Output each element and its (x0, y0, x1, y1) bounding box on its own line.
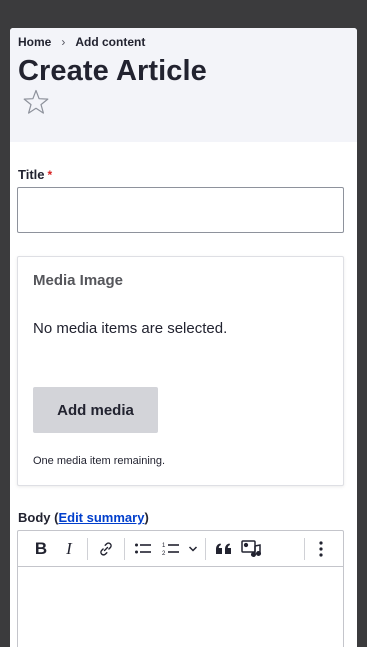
editor-toolbar: B I 1 2 (18, 531, 343, 567)
bulleted-list-icon[interactable] (130, 535, 156, 563)
title-input[interactable] (17, 187, 344, 233)
toolbar-divider (304, 537, 305, 560)
italic-icon[interactable]: I (56, 535, 82, 563)
svg-text:1: 1 (162, 543, 166, 549)
media-image-heading: Media Image (33, 272, 124, 289)
title-label-text: Title (18, 167, 45, 182)
page-frame: Home › Add content Create Article Title *… (10, 28, 357, 647)
body-label-suffix: ) (144, 510, 149, 525)
media-image-card: Media Image No media items are selected.… (17, 256, 344, 486)
add-media-button[interactable]: Add media (33, 387, 158, 433)
numbered-list-icon[interactable]: 1 2 (158, 535, 184, 563)
media-remaining-text: One media item remaining. (33, 455, 166, 467)
more-vertical-icon[interactable] (308, 535, 334, 563)
chevron-down-icon[interactable] (186, 535, 200, 563)
title-label: Title * (18, 167, 52, 182)
body-label: Body (Edit summary) (18, 510, 149, 525)
toolbar-divider (87, 537, 88, 560)
link-icon[interactable] (93, 535, 119, 563)
bold-icon[interactable]: B (28, 535, 54, 563)
breadcrumb-add-content-link[interactable]: Add content (75, 35, 145, 49)
insert-media-icon[interactable] (239, 535, 265, 563)
body-editor-content[interactable] (18, 567, 343, 647)
edit-summary-link[interactable]: Edit summary (58, 510, 144, 525)
body-label-prefix: Body ( (18, 510, 59, 525)
toolbar-divider (205, 537, 206, 560)
media-empty-message: No media items are selected. (33, 320, 228, 337)
star-outline-icon[interactable] (23, 89, 49, 115)
toolbar-divider (124, 537, 125, 560)
svg-text:2: 2 (162, 551, 166, 557)
breadcrumb-separator: › (61, 35, 66, 49)
body-editor: B I 1 2 (17, 530, 344, 647)
page-header: Home › Add content Create Article (10, 28, 357, 142)
blockquote-icon[interactable] (211, 535, 237, 563)
breadcrumb: Home › Add content (18, 35, 145, 49)
breadcrumb-home-link[interactable]: Home (18, 35, 51, 49)
required-marker: * (47, 168, 53, 182)
page-title: Create Article (18, 55, 207, 87)
